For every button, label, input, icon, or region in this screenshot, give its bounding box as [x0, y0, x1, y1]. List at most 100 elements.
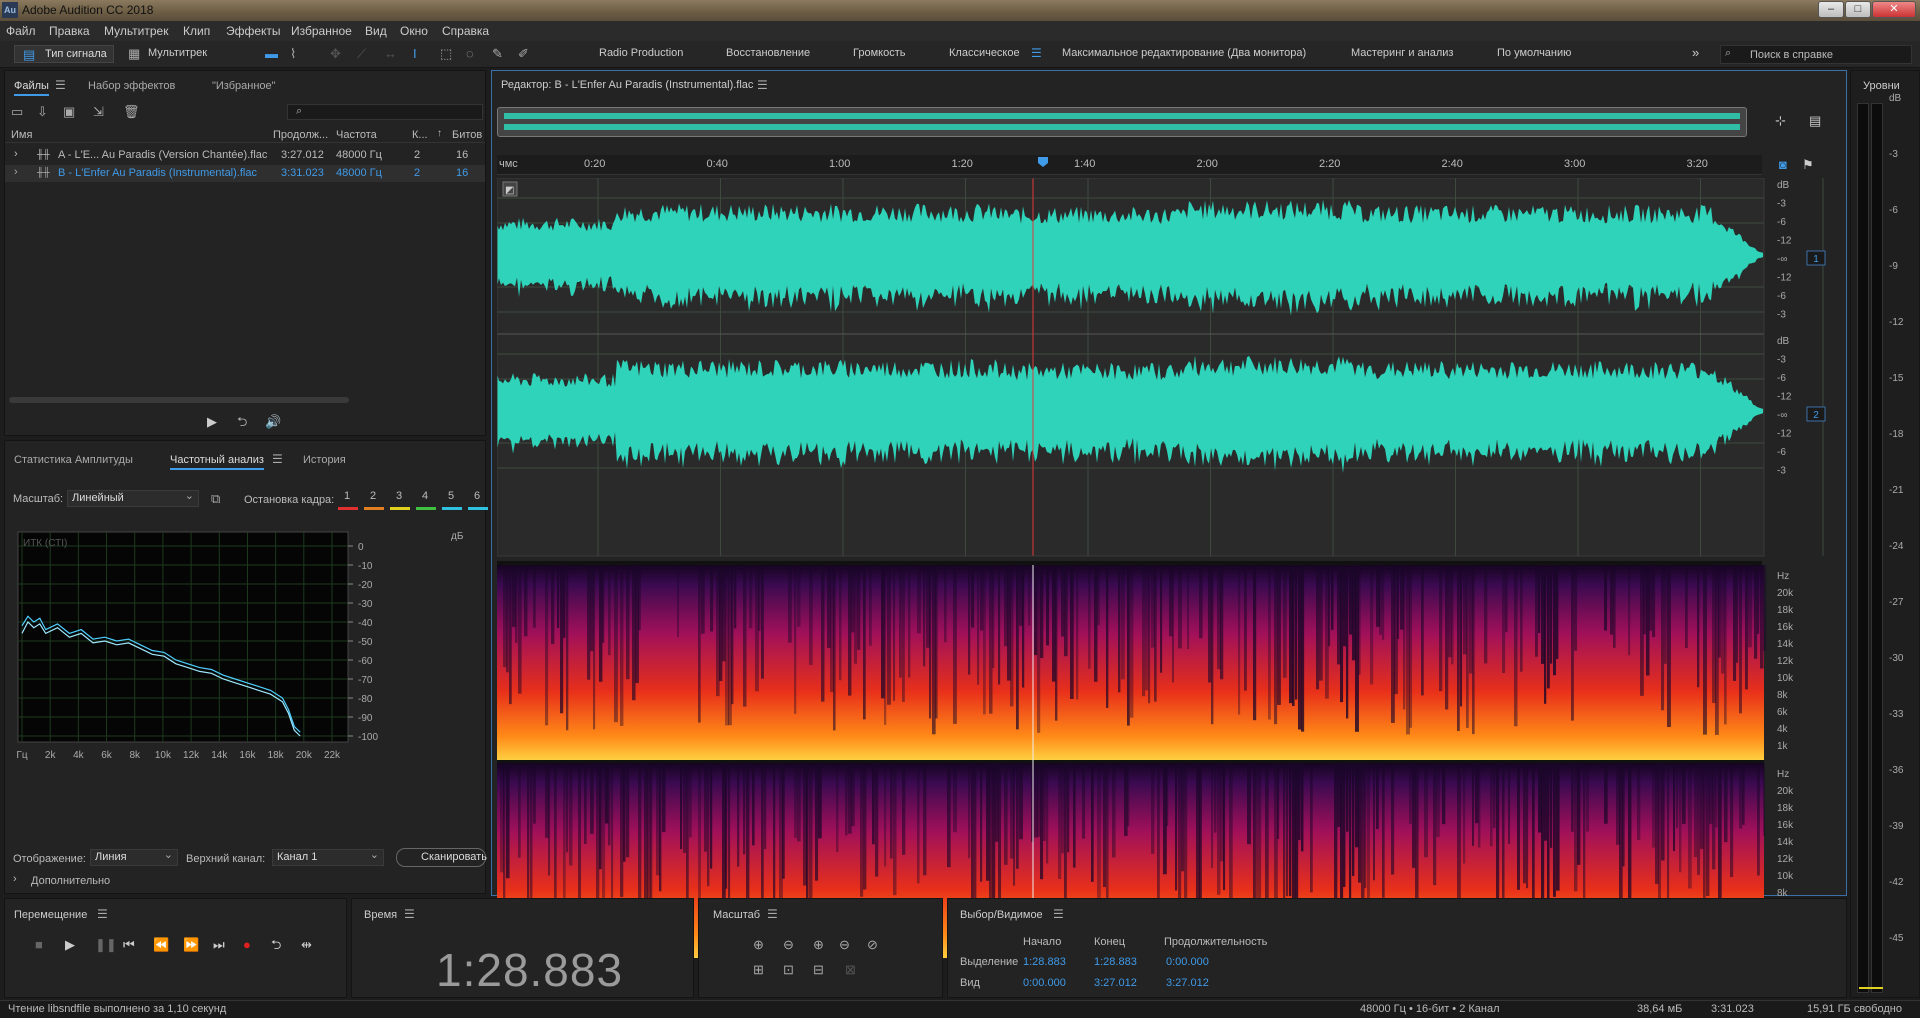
auto-play-icon[interactable]: 🔊 [265, 413, 281, 431]
snapshot-icon[interactable]: ⧉ [211, 490, 220, 508]
headphones-icon[interactable]: ◙ [1779, 156, 1787, 174]
tab-amplitude-stats[interactable]: Статистика Амплитуды [14, 454, 133, 466]
new-file-icon[interactable]: ▣ [63, 103, 75, 121]
workspace-restoration[interactable]: Восстановление [726, 47, 810, 59]
time-ruler[interactable]: чмс 0:20 0:40 1:00 1:20 1:40 2:00 2:20 2:40 3:00… [497, 155, 1762, 175]
col-name[interactable]: Имя [11, 129, 32, 141]
tab-favorites[interactable]: "Избранное" [212, 80, 276, 92]
display-select[interactable]: Линия [90, 848, 178, 866]
tab-history[interactable]: История [303, 454, 346, 466]
razor-tool-icon[interactable]: ⟋ [357, 45, 366, 63]
advanced-chevron-icon[interactable]: › [13, 873, 17, 885]
file-row[interactable]: › ╫╫ A - L'E... Au Paradis (Version Chan… [5, 147, 485, 164]
editor-menu-icon[interactable]: ☰ [757, 78, 768, 92]
minimize-button[interactable]: – [1818, 1, 1844, 18]
selection-menu-icon[interactable]: ☰ [1053, 907, 1064, 921]
freeze-slot-6[interactable]: 6 [466, 490, 488, 502]
zoom-out-full-icon[interactable]: ⊘ [867, 936, 878, 954]
time-selection-tool-icon[interactable]: I [413, 45, 417, 63]
freeze-slot-1[interactable]: 1 [336, 490, 358, 502]
transport-menu-icon[interactable]: ☰ [97, 907, 108, 921]
menu-window[interactable]: Окно [400, 24, 428, 38]
zoom-menu-icon[interactable]: ☰ [767, 907, 778, 921]
file-row-selected[interactable]: › ╫╫ B - L'Enfer Au Paradis (Instrumenta… [5, 165, 485, 182]
waveform-mode-button[interactable]: ▤ Тип сигнала [14, 45, 114, 63]
maximize-button[interactable]: □ [1845, 1, 1871, 18]
menu-view[interactable]: Вид [365, 24, 387, 38]
menu-clip[interactable]: Клип [183, 24, 210, 38]
workspace-menu-icon[interactable]: ☰ [1031, 46, 1042, 60]
freeze-slot-4[interactable]: 4 [414, 490, 436, 502]
selection-end[interactable]: 1:28.883 [1094, 956, 1137, 968]
open-file-icon[interactable]: ▭ [11, 103, 23, 121]
files-menu-icon[interactable]: ☰ [55, 78, 66, 92]
workspace-default[interactable]: По умолчанию [1497, 47, 1571, 59]
record-icon[interactable]: ● [243, 936, 251, 954]
workspace-classic[interactable]: Классическое [949, 47, 1020, 59]
selection-duration[interactable]: 0:00.000 [1166, 956, 1209, 968]
loop-playback-icon[interactable]: ⮌ [271, 936, 281, 954]
menu-help[interactable]: Справка [442, 24, 489, 38]
skip-to-start-icon[interactable]: ⏮ [123, 936, 135, 954]
tab-frequency-analysis[interactable]: Частотный анализ [170, 454, 264, 470]
freeze-slot-2[interactable]: 2 [362, 490, 384, 502]
zoom-out-time-icon[interactable]: ⊖ [839, 936, 850, 954]
marquee-tool-icon[interactable]: ⬚ [440, 45, 452, 63]
delete-icon[interactable]: 🗑 [123, 103, 140, 121]
expand-chevron-icon[interactable]: › [14, 148, 18, 160]
pause-icon[interactable]: ❚❚ [95, 936, 117, 954]
spectral-display-icon[interactable]: ▬ [265, 45, 278, 63]
lasso-tool-icon[interactable]: ◌ [466, 45, 474, 63]
zoom-selection-in-icon[interactable]: ⊡ [783, 961, 794, 979]
close-button[interactable]: ✕ [1872, 1, 1916, 18]
freeze-slot-5[interactable]: 5 [440, 490, 462, 502]
move-tool-icon[interactable]: ✥ [330, 45, 341, 63]
zoom-in-amplitude-icon[interactable]: ⊕ [753, 936, 764, 954]
skip-to-end-icon[interactable]: ⏭ [213, 936, 225, 954]
workspace-radio-production[interactable]: Radio Production [599, 47, 683, 59]
spot-healing-tool-icon[interactable]: ✐ [518, 45, 529, 63]
col-channels[interactable]: К... [412, 129, 428, 141]
workspace-loudness[interactable]: Громкость [853, 47, 905, 59]
overview-navigator[interactable] [497, 107, 1747, 137]
advanced-section[interactable]: Дополнительно [31, 875, 110, 887]
col-bits[interactable]: Битов [452, 129, 482, 141]
zoom-in-time-icon[interactable]: ⊕ [813, 936, 824, 954]
zoom-to-selection-icon[interactable]: ⊞ [753, 961, 764, 979]
stop-icon[interactable]: ■ [35, 936, 43, 954]
view-duration[interactable]: 3:27.012 [1166, 977, 1209, 989]
more-workspaces-icon[interactable]: » [1692, 44, 1699, 62]
play-icon[interactable]: ▶ [65, 936, 75, 954]
view-end[interactable]: 3:27.012 [1094, 977, 1137, 989]
pitch-display-icon[interactable]: ⌇ [290, 45, 296, 63]
col-duration[interactable]: Продолж... [273, 129, 328, 141]
zoom-out-amplitude-icon[interactable]: ⊖ [783, 936, 794, 954]
help-search-input[interactable]: ⌕ Поиск в справке [1720, 45, 1912, 64]
menu-favorites[interactable]: Избранное [291, 24, 352, 38]
menu-effects[interactable]: Эффекты [226, 24, 281, 38]
menu-multitrack[interactable]: Мультитрек [104, 24, 168, 38]
expand-chevron-icon[interactable]: › [14, 166, 18, 178]
multitrack-mode-button[interactable]: ▦ Мультитрек [124, 45, 224, 63]
skip-selection-icon[interactable]: ⇹ [301, 936, 312, 954]
zoom-right-icon[interactable]: ⊠ [845, 961, 856, 979]
channel-select[interactable]: Канал 1 [272, 848, 384, 866]
freeze-slot-3[interactable]: 3 [388, 490, 410, 502]
brush-tool-icon[interactable]: ✎ [492, 45, 503, 63]
menu-file[interactable]: Файл [6, 24, 36, 38]
time-menu-icon[interactable]: ☰ [404, 907, 415, 921]
view-start[interactable]: 0:00.000 [1023, 977, 1066, 989]
slip-tool-icon[interactable]: ↔ [384, 45, 397, 63]
scan-button[interactable]: Сканировать [396, 848, 487, 867]
analysis-menu-icon[interactable]: ☰ [272, 452, 283, 466]
overview-toggle-icon[interactable]: ▤ [1809, 112, 1821, 130]
workspace-mastering[interactable]: Мастеринг и анализ [1351, 47, 1453, 59]
selection-start[interactable]: 1:28.883 [1023, 956, 1066, 968]
rewind-icon[interactable]: ⏪ [153, 936, 169, 954]
files-scrollbar[interactable] [9, 397, 349, 403]
tab-effects-rack[interactable]: Набор эффектов [88, 80, 175, 92]
workspace-max-editing[interactable]: Максимальное редактирование (Два монитор… [1062, 47, 1306, 59]
files-search-input[interactable]: ⌕ [287, 104, 483, 120]
import-file-icon[interactable]: ⇩ [37, 103, 48, 121]
menu-edit[interactable]: Правка [49, 24, 90, 38]
